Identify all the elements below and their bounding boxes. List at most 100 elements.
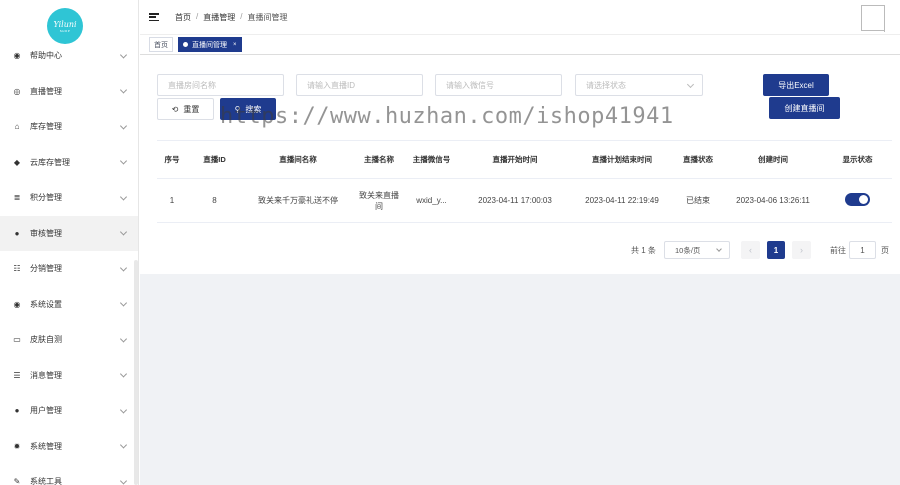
- table-cell-status: 已结束: [686, 196, 710, 205]
- breadcrumb-separator: /: [240, 12, 243, 21]
- status-select[interactable]: 请选择状态: [575, 74, 703, 96]
- pagination-total: 共 1 条: [631, 246, 656, 255]
- column-header: 主播名称: [364, 155, 394, 164]
- breadcrumb: 首页 / 直播管理 / 直播间管理: [175, 12, 287, 23]
- breadcrumb-live-management[interactable]: 直播管理: [203, 12, 235, 23]
- column-header: 主播微信号: [412, 155, 451, 164]
- table-row: 1 8 致关来千万豪礼送不停 致关来直播间 wxid_y... 2023-04-11 17…: [157, 179, 892, 223]
- sidebar-item-11[interactable]: ✹ 系统管理: [0, 429, 138, 465]
- create-label: 创建直播间: [784, 103, 825, 113]
- sidebar-item-3[interactable]: ◆ 云库存管理: [0, 145, 138, 181]
- chevron-down-icon: [686, 80, 695, 89]
- chevron-down-icon: [119, 264, 128, 272]
- chevron-down-icon: [119, 228, 128, 236]
- tags-view: 首页 直播间管理 ×: [140, 35, 900, 55]
- sidebar-item-label: 系统工具: [30, 477, 62, 485]
- sidebar-item-1[interactable]: ◎ 直播管理: [0, 74, 138, 110]
- sidebar-item-6[interactable]: ☷ 分销管理: [0, 251, 138, 287]
- column-header: 直播状态: [683, 155, 713, 164]
- room-name-input[interactable]: 直播房间名称: [157, 74, 284, 96]
- live-room-table: 序号 直播ID 直播间名称 主播名称 主播微信号 直播开始时间 直播计划结束时间 直播状态 创建…: [157, 140, 892, 223]
- watermark: https://www.huzhan.com/ishop41941: [220, 104, 674, 129]
- status-placeholder: 请选择状态: [586, 80, 626, 90]
- chevron-down-icon: [119, 299, 128, 307]
- settings-circle-icon: ◉: [13, 299, 21, 309]
- eye-icon: ◎: [13, 86, 21, 96]
- display-status-switch[interactable]: [845, 193, 870, 206]
- prev-page-button[interactable]: ‹: [741, 241, 760, 259]
- sidebar-item-5[interactable]: ● 审核管理: [0, 215, 138, 251]
- sidebar-item-8[interactable]: ▭ 皮肤自测: [0, 322, 138, 358]
- sidebar-item-4[interactable]: ≣ 积分管理: [0, 180, 138, 216]
- tag-icon: ◆: [13, 157, 21, 167]
- list-icon: ☷: [13, 264, 21, 274]
- chevron-down-icon: [119, 193, 128, 201]
- export-label: 导出Excel: [778, 80, 814, 90]
- sidebar-item-label: 分销管理: [30, 264, 62, 274]
- avatar[interactable]: [861, 5, 885, 32]
- wechat-placeholder: 请输入微信号: [446, 80, 494, 90]
- breadcrumb-home[interactable]: 首页: [175, 12, 191, 23]
- github-icon: ◉: [13, 51, 21, 61]
- sidebar-item-label: 云库存管理: [30, 157, 70, 167]
- table-cell-room-name: 致关来千万豪礼送不停: [258, 196, 338, 205]
- chevron-down-icon: [119, 157, 128, 165]
- sidebar-item-9[interactable]: ☰ 消息管理: [0, 358, 138, 394]
- chevron-down-icon: [119, 477, 128, 485]
- page-size-select[interactable]: 10条/页: [664, 241, 730, 259]
- next-page-button[interactable]: ›: [792, 241, 811, 259]
- sidebar-item-label: 审核管理: [30, 228, 62, 238]
- table-header: 序号 直播ID 直播间名称 主播名称 主播微信号 直播开始时间 直播计划结束时间 直播状态 创建…: [157, 141, 892, 179]
- table-cell-live-id: 8: [212, 196, 217, 205]
- export-excel-button[interactable]: 导出Excel: [763, 74, 829, 96]
- tag-live-room[interactable]: 直播间管理 ×: [178, 37, 242, 52]
- sidebar-item-label: 用户管理: [30, 406, 62, 416]
- table-cell-end-time: 2023-04-11 22:19:49: [585, 196, 659, 205]
- chevron-down-icon: [119, 51, 128, 59]
- table-cell-anchor-name: 致关来直播间: [359, 190, 399, 211]
- sidebar-item-label: 直播管理: [30, 86, 62, 96]
- breadcrumb-separator: /: [196, 12, 199, 21]
- page-number-current[interactable]: 1: [767, 241, 785, 259]
- main-content: 直播房间名称 请输入直播ID 请输入微信号 请选择状态 ⟲ 重置 ⚲ 搜索 导出…: [140, 56, 900, 485]
- list-lines-icon: ☰: [13, 370, 21, 380]
- sidebar-item-label: 帮助中心: [30, 51, 62, 61]
- sidebar-item-2[interactable]: ⌂ 库存管理: [0, 109, 138, 145]
- chevron-down-icon: [119, 335, 128, 343]
- user-group-icon: ●: [14, 406, 20, 416]
- refresh-icon: ⟲: [171, 104, 179, 114]
- sidebar-item-label: 系统管理: [30, 441, 62, 451]
- chevron-right-icon: ›: [800, 245, 803, 255]
- table-cell-wechat: wxid_y...: [416, 196, 447, 205]
- sidebar-item-10[interactable]: ● 用户管理: [0, 393, 138, 429]
- sidebar-item-0[interactable]: ◉ 帮助中心: [0, 38, 138, 74]
- anchor-id-input[interactable]: 请输入直播ID: [296, 74, 423, 96]
- goto-page-input[interactable]: 1: [849, 241, 876, 259]
- monitor-icon: ▭: [13, 335, 21, 345]
- logo-text: Yiluni: [53, 19, 77, 29]
- gear-icon: ✹: [13, 441, 21, 451]
- sidebar-item-12[interactable]: ✎ 系统工具: [0, 464, 138, 485]
- sidebar-item-7[interactable]: ◉ 系统设置: [0, 287, 138, 323]
- tag-home[interactable]: 首页: [149, 37, 173, 52]
- wechat-input[interactable]: 请输入微信号: [435, 74, 562, 96]
- column-header: 直播间名称: [279, 155, 317, 164]
- sidebar-item-label: 库存管理: [30, 122, 62, 132]
- column-header: 显示状态: [842, 155, 873, 164]
- chevron-down-icon: [119, 406, 128, 414]
- menu-fold-icon[interactable]: [149, 13, 159, 22]
- sidebar-menu: ◉ 帮助中心 ◎ 直播管理 ⌂ 库存管理 ◆ 云库存管理 ≣ 积分管理 ● 审核管理 ☷ 分销管理 ◉ 系统设…: [0, 38, 138, 485]
- column-header: 直播开始时间: [492, 155, 538, 164]
- goto-label: 前往: [830, 246, 846, 255]
- close-icon[interactable]: ×: [233, 42, 237, 48]
- table-cell-created: 2023-04-06 13:26:11: [736, 196, 810, 205]
- page-size-value: 10条/页: [675, 245, 701, 255]
- chevron-down-icon: [716, 246, 722, 252]
- active-dot-icon: [183, 42, 188, 47]
- tag-live-room-label: 直播间管理: [192, 41, 227, 49]
- create-live-room-button[interactable]: 创建直播间: [769, 97, 840, 119]
- sidebar-scrollbar[interactable]: [134, 260, 138, 485]
- logo-subtext: SHOP: [59, 28, 71, 33]
- chevron-down-icon: [119, 86, 128, 94]
- reset-button[interactable]: ⟲ 重置: [157, 98, 214, 120]
